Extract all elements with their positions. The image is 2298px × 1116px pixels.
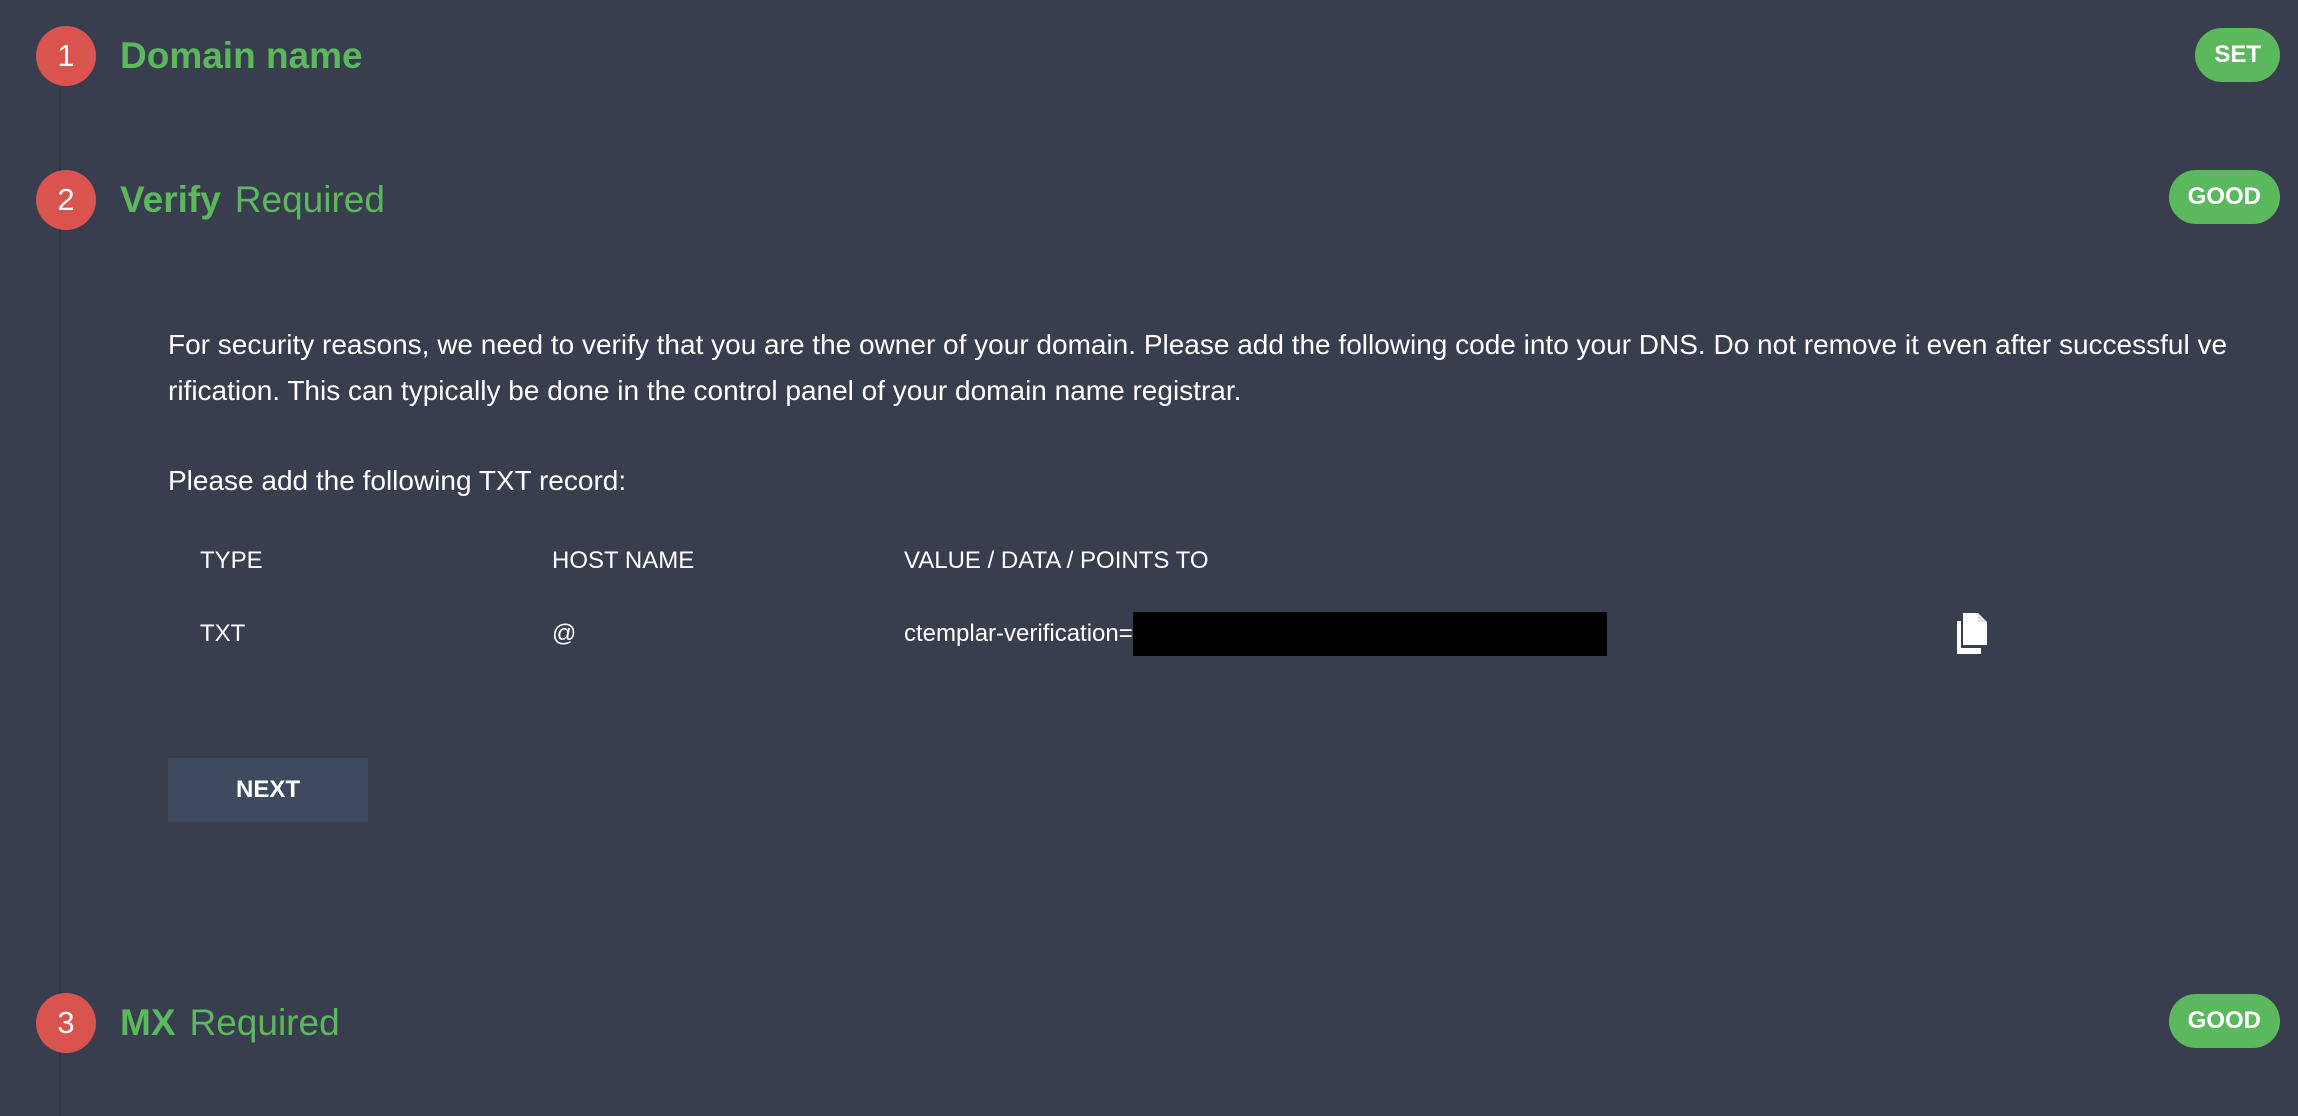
step-3-number: 3 [36,993,96,1053]
row-type[interactable]: TXT [200,612,245,656]
step-2-subtitle: Required [234,179,385,220]
step-1-number: 1 [36,26,96,86]
next-button[interactable]: NEXT [168,758,368,822]
header-value: VALUE / DATA / POINTS TO [904,547,1209,574]
timeline-line [59,88,61,1116]
txt-record-heading: Please add the following TXT record: [168,465,627,496]
step-1-status-badge: SET [2195,28,2280,82]
verify-description: For security reasons, we need to verify … [168,329,2228,406]
step-1-title[interactable]: Domain name [120,26,363,86]
step-2-title[interactable]: Verify Required [120,170,385,230]
header-type: TYPE [200,547,263,574]
row-value-prefix: ctemplar-verification= [904,620,1133,647]
step-3-subtitle: Required [189,1002,340,1043]
step-2-title-label: Verify [120,179,221,220]
row-host[interactable]: @ [552,612,576,656]
step-3-title[interactable]: MX Required [120,993,340,1053]
step-3-status-badge: GOOD [2168,994,2280,1048]
step-2-number: 2 [36,170,96,230]
row-value[interactable]: ctemplar-verification= [904,612,1607,656]
redacted-value [1132,612,1607,656]
copy-icon[interactable] [1954,613,1990,655]
header-host-name: HOST NAME [552,547,695,574]
step-2-status-badge: GOOD [2168,170,2280,224]
step-3-title-label: MX [120,1002,176,1043]
step-1-title-label: Domain name [120,35,363,76]
